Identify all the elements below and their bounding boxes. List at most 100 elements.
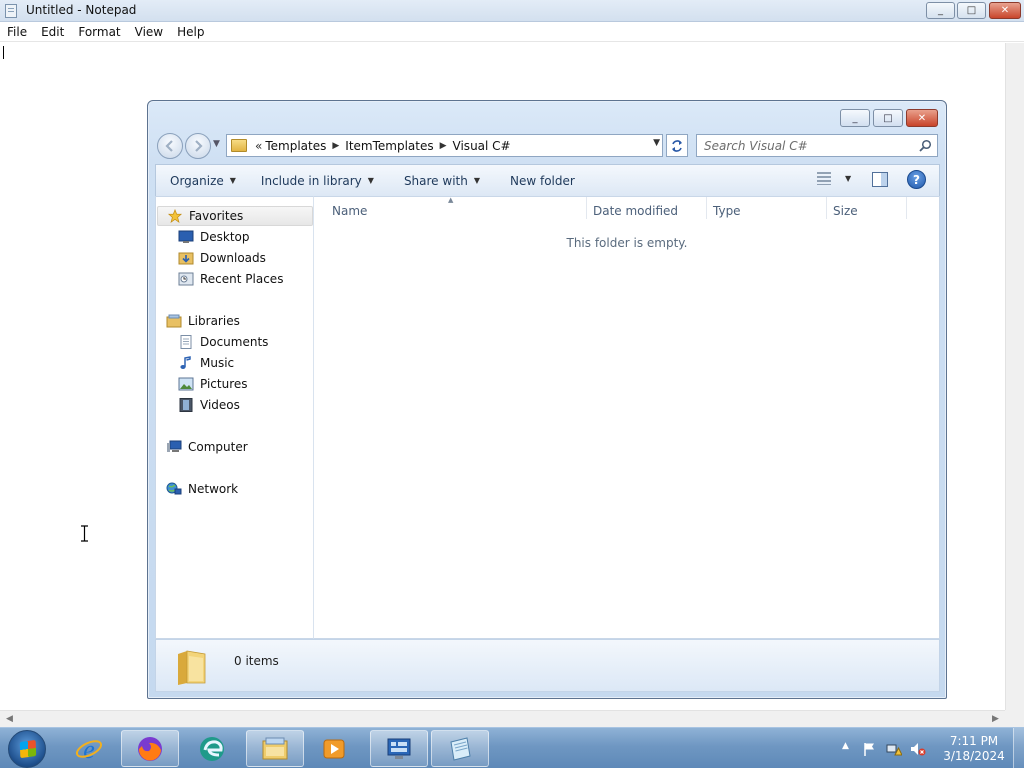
windows-explorer-icon (262, 737, 288, 759)
nav-favorites[interactable]: Favorites (157, 206, 313, 226)
taskbar-media-player[interactable] (309, 730, 359, 767)
breadcrumb-itemtemplates[interactable]: ItemTemplates (345, 139, 433, 153)
recent-places-icon (178, 272, 194, 286)
menu-view[interactable]: View (128, 22, 170, 42)
nav-computer[interactable]: Computer (166, 437, 248, 457)
nav-videos[interactable]: Videos (178, 395, 240, 415)
taskbar-notepad[interactable] (431, 730, 489, 767)
dropdown-arrow-icon: ▼ (845, 174, 852, 183)
include-in-library-button[interactable]: Include in library ▼ (250, 174, 385, 188)
file-list[interactable]: ▲ Name Date modified Type Size This fold… (314, 196, 940, 639)
change-view-button[interactable]: ▼ (817, 172, 851, 185)
nav-videos-label: Videos (200, 398, 240, 412)
search-icon[interactable] (919, 139, 932, 152)
firefox-icon (138, 736, 162, 761)
taskbar-control-panel[interactable] (370, 730, 428, 767)
music-note-icon (180, 356, 191, 369)
dropdown-arrow-icon: ▼ (473, 176, 480, 185)
nav-desktop[interactable]: Desktop (178, 227, 250, 247)
start-button[interactable] (8, 730, 46, 768)
help-icon[interactable]: ? (907, 170, 926, 189)
search-input[interactable] (697, 138, 907, 153)
column-header-size[interactable]: Size (833, 204, 858, 218)
explorer-window: _ □ ✕ ▼ « Templates ▶ ItemTemplates ▶ Vi… (147, 100, 947, 699)
film-strip-icon (179, 398, 193, 412)
nav-libraries-label: Libraries (188, 314, 240, 328)
action-center-flag-icon[interactable] (862, 741, 878, 757)
computer-icon (167, 440, 182, 452)
preview-pane-button[interactable] (872, 172, 888, 187)
explorer-minimize-button[interactable]: _ (840, 109, 870, 127)
show-hidden-icons-icon[interactable]: ▲ (842, 741, 854, 757)
taskbar-internet-explorer[interactable]: e (64, 730, 114, 767)
nav-network[interactable]: Network (166, 479, 238, 499)
media-player-icon (323, 739, 345, 758)
network-globe-icon (166, 482, 182, 495)
notepad-title: Untitled - Notepad (26, 3, 137, 17)
notepad-maximize-button[interactable]: □ (957, 2, 986, 19)
menu-edit[interactable]: Edit (34, 22, 71, 42)
nav-favorites-label: Favorites (189, 209, 244, 223)
nav-network-label: Network (188, 482, 239, 496)
scrollbar-corner (1005, 710, 1024, 727)
volume-muted-icon[interactable] (910, 741, 926, 757)
nav-downloads-label: Downloads (200, 251, 266, 265)
breadcrumb-separator-icon[interactable]: ▶ (440, 141, 447, 151)
breadcrumb-separator-icon[interactable]: ▶ (332, 141, 339, 151)
column-header-type[interactable]: Type (713, 204, 741, 218)
column-divider[interactable] (826, 197, 827, 219)
refresh-button[interactable] (666, 134, 688, 157)
column-divider[interactable] (906, 197, 907, 219)
column-header-date-modified[interactable]: Date modified (593, 204, 678, 218)
notepad-close-button[interactable]: ✕ (989, 2, 1021, 19)
nav-libraries[interactable]: Libraries (166, 311, 240, 331)
notepad-vertical-scrollbar[interactable] (1005, 43, 1024, 710)
organize-button[interactable]: Organize ▼ (159, 174, 247, 188)
address-bar[interactable]: « Templates ▶ ItemTemplates ▶ Visual C# … (226, 134, 663, 157)
breadcrumb-visual-csharp[interactable]: Visual C# (453, 139, 511, 153)
libraries-icon (166, 314, 182, 328)
explorer-close-button[interactable]: ✕ (906, 109, 938, 127)
breadcrumb-templates[interactable]: Templates (265, 139, 326, 153)
column-divider[interactable] (586, 197, 587, 219)
notepad-minimize-button[interactable]: _ (926, 2, 955, 19)
menu-help[interactable]: Help (170, 22, 211, 42)
show-desktop-button[interactable] (1013, 728, 1024, 768)
share-with-button[interactable]: Share with ▼ (393, 174, 491, 188)
clock[interactable]: 7:11 PM 3/18/2024 (938, 734, 1010, 764)
taskbar-windows-explorer[interactable] (246, 730, 304, 767)
back-arrow-icon (165, 140, 173, 152)
taskbar-edge[interactable] (187, 730, 237, 767)
scroll-left-icon[interactable]: ◀ (6, 714, 13, 724)
documents-icon (180, 335, 192, 349)
nav-documents[interactable]: Documents (178, 332, 268, 352)
empty-folder-message: This folder is empty. (566, 236, 688, 250)
network-warning-icon[interactable] (886, 741, 902, 757)
new-folder-button[interactable]: New folder (499, 174, 586, 188)
menu-format[interactable]: Format (71, 22, 127, 42)
address-dropdown-icon[interactable]: ▼ (653, 138, 660, 148)
forward-button[interactable] (185, 133, 211, 159)
edge-icon (200, 736, 224, 761)
notepad-titlebar[interactable]: Untitled - Notepad _ □ ✕ (0, 0, 1024, 22)
taskbar-firefox[interactable] (121, 730, 179, 767)
desktop-icon (178, 230, 194, 243)
scroll-right-icon[interactable]: ▶ (992, 714, 999, 724)
nav-recent-places[interactable]: Recent Places (178, 269, 283, 289)
back-button[interactable] (157, 133, 183, 159)
address-overflow[interactable]: « (255, 139, 262, 153)
notepad-horizontal-scrollbar[interactable]: ◀ ▶ (0, 710, 1005, 727)
menu-file[interactable]: File (0, 22, 34, 42)
nav-pictures[interactable]: Pictures (178, 374, 248, 394)
include-in-library-label: Include in library (260, 173, 362, 188)
explorer-maximize-button[interactable]: □ (873, 109, 903, 127)
nav-downloads[interactable]: Downloads (178, 248, 266, 268)
recent-pages-dropdown-icon[interactable]: ▼ (213, 139, 220, 149)
search-box[interactable] (696, 134, 938, 157)
column-divider[interactable] (706, 197, 707, 219)
clock-time: 7:11 PM (949, 734, 999, 748)
nav-music[interactable]: Music (178, 353, 234, 373)
nav-music-label: Music (200, 356, 235, 370)
text-caret (3, 46, 4, 59)
column-header-name[interactable]: Name (332, 204, 367, 218)
